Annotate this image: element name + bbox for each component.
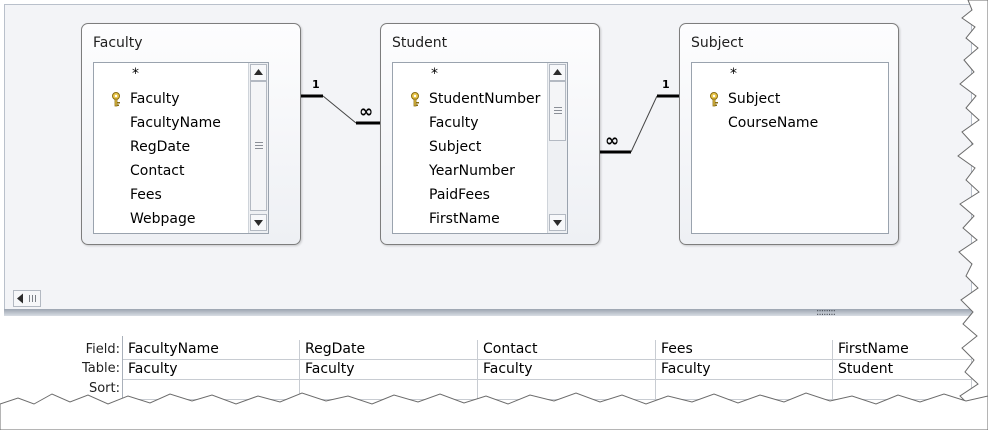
arrow-left-icon[interactable] bbox=[14, 291, 40, 306]
row-label-field: Field: bbox=[85, 342, 120, 357]
grid-field-cell[interactable]: Fees bbox=[656, 340, 833, 360]
grid-table-cell[interactable]: Faculty bbox=[300, 360, 478, 380]
row-label-table: Table: bbox=[82, 361, 120, 376]
relationship-many-label: ∞ bbox=[605, 131, 620, 151]
grid-sort-cell[interactable] bbox=[123, 380, 300, 400]
grid-table-cell[interactable]: Student bbox=[833, 360, 972, 380]
grid-field-cell[interactable]: FirstName bbox=[833, 340, 972, 360]
relationship-many-label: ∞ bbox=[359, 102, 374, 122]
relationship-lines bbox=[301, 94, 679, 154]
table-design-area[interactable]: Faculty * Faculty FacultyName RegDate Co… bbox=[4, 4, 972, 310]
query-designer-window: Faculty * Faculty FacultyName RegDate Co… bbox=[0, 0, 988, 430]
grid-sort-cell[interactable] bbox=[833, 380, 972, 400]
grid-sort-cell[interactable] bbox=[300, 380, 478, 400]
horizontal-scrollbar[interactable] bbox=[13, 290, 41, 307]
row-label-sort: Sort: bbox=[88, 381, 120, 396]
grid-sort-cell[interactable] bbox=[656, 380, 833, 400]
relationship-line[interactable] bbox=[322, 95, 357, 124]
grid-table-cell[interactable]: Faculty bbox=[656, 360, 833, 380]
grid-table-cell[interactable]: Faculty bbox=[478, 360, 656, 380]
grid-field-cell[interactable]: FacultyName bbox=[123, 340, 300, 360]
grid-field-cell[interactable]: Contact bbox=[478, 340, 656, 360]
relationship-one-label: 1 bbox=[662, 78, 670, 91]
query-grid[interactable]: Field: Table: Sort: FacultyName RegDate … bbox=[4, 316, 972, 430]
relationship-one-label: 1 bbox=[312, 78, 320, 91]
splitter-grip-icon[interactable]: :::::::: bbox=[816, 308, 836, 318]
grid-field-cell[interactable]: RegDate bbox=[300, 340, 478, 360]
pane-splitter[interactable]: :::::::: bbox=[4, 308, 972, 318]
grid-sort-cell[interactable] bbox=[478, 380, 656, 400]
grid-table-cell[interactable]: Faculty bbox=[123, 360, 300, 380]
relationship-line[interactable] bbox=[630, 95, 658, 153]
